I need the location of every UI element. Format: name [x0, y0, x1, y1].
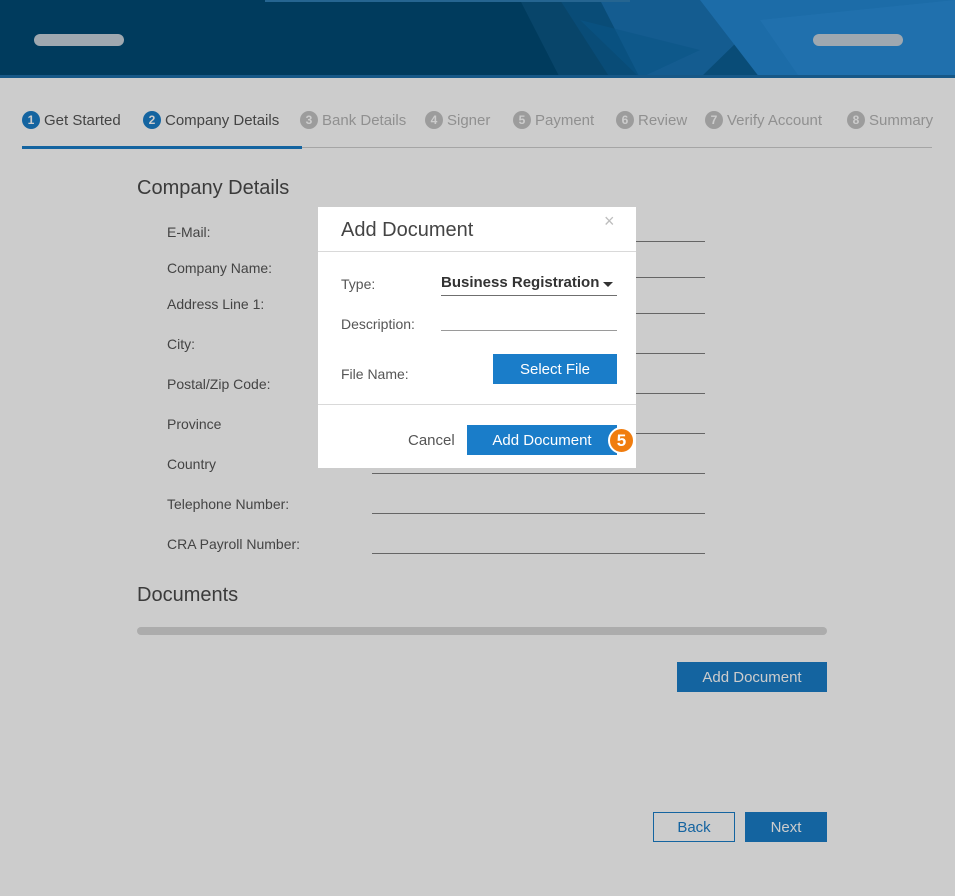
- dialog-add-document-button[interactable]: Add Document: [467, 425, 617, 455]
- description-input[interactable]: [441, 311, 617, 331]
- dialog-footer-divider: [318, 404, 636, 405]
- type-label: Type:: [341, 276, 376, 292]
- file-name-label: File Name:: [341, 366, 409, 382]
- select-file-button[interactable]: Select File: [493, 354, 617, 384]
- dialog-title: Add Document: [341, 219, 474, 241]
- add-document-dialog: Add Document × Type: Business Registrati…: [318, 207, 636, 468]
- dialog-header-divider: [318, 251, 636, 252]
- description-label: Description:: [341, 316, 415, 332]
- type-select[interactable]: Business Registration: [441, 273, 617, 296]
- close-icon[interactable]: ×: [604, 211, 615, 232]
- step-annotation-badge: 5: [608, 427, 635, 454]
- cancel-button[interactable]: Cancel: [408, 432, 455, 449]
- chevron-down-icon: [603, 282, 613, 287]
- type-selected-value: Business Registration: [441, 274, 600, 291]
